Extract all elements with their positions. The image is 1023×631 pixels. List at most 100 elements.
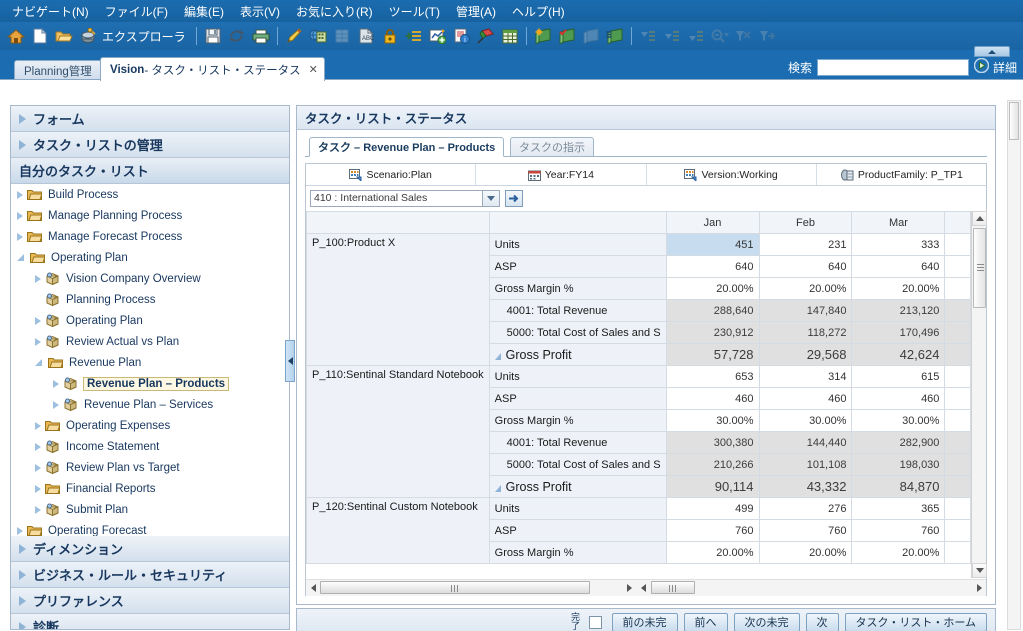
pov-dimension-0[interactable]: Scenario:Plan [306,164,477,185]
sidebar-section-1[interactable]: ビジネス・ルール・セキュリティ [11,562,289,588]
data-cell[interactable]: 640 [758,255,853,278]
data-cell[interactable]: 460 [758,387,853,410]
chevron-down-icon[interactable] [482,190,499,206]
explorer-label[interactable]: エクスプローラ [102,28,186,45]
column-header-Mar[interactable]: Mar [851,211,946,234]
book-new-icon[interactable] [532,25,554,47]
data-cell[interactable]: 30.00% [851,409,946,432]
expander-triangle-icon[interactable] [494,484,501,492]
chevron-down-icon[interactable] [35,358,44,367]
tree-node-14[interactable]: Financial Reports [11,478,289,499]
row-header-account[interactable]: Gross Margin % [488,409,667,432]
chart-add-icon[interactable] [427,25,449,47]
data-cell[interactable]: 20.00% [665,277,760,300]
row-header-account[interactable]: 4001: Total Revenue [488,431,667,454]
data-cell[interactable]: 365 [851,497,946,520]
menu-item-3[interactable]: 表示(V) [232,1,288,22]
data-cell[interactable]: 213,120 [851,299,946,322]
data-cell[interactable]: 288,640 [665,299,760,322]
menu-item-0[interactable]: ナビゲート(N) [4,1,97,22]
data-cell[interactable]: 231 [758,233,853,256]
open-folder-icon[interactable] [53,25,75,47]
page-scroll-thumb[interactable] [1009,102,1019,140]
tab-planning-admin[interactable]: Planning管理 [14,60,102,81]
data-cell[interactable]: 20.00% [758,541,853,564]
abc-document-icon[interactable]: ABC [355,25,377,47]
sidebar-section-2[interactable]: プリファレンス [11,588,289,614]
tree-node-16[interactable]: Operating Forecast [11,520,289,536]
data-cell[interactable]: 499 [665,497,760,520]
chevron-right-icon[interactable] [35,337,41,346]
done-checkbox[interactable] [588,615,602,629]
row-header-account[interactable]: ASP [488,255,667,278]
indent-list-icon[interactable] [403,25,425,47]
column-header-Feb[interactable]: Feb [758,211,853,234]
chevron-down-icon[interactable] [17,253,26,262]
new-document-icon[interactable] [29,25,51,47]
data-cell[interactable]: 460 [665,387,760,410]
chevron-right-icon[interactable] [35,274,41,283]
sidebar-section-3[interactable]: 診断 [11,614,289,629]
save-icon[interactable] [202,25,224,47]
expander-triangle-icon[interactable] [494,352,501,360]
print-icon[interactable] [250,25,272,47]
data-cell[interactable]: 198,030 [851,453,946,476]
row-header-account[interactable]: Units [488,497,667,520]
row-header-product[interactable]: P_120:Sentinal Custom Notebook [306,497,490,564]
chevron-right-icon[interactable] [35,442,41,451]
row-header-account[interactable]: Gross Margin % [488,541,667,564]
refresh-icon[interactable] [226,25,248,47]
chevron-right-icon[interactable] [35,484,41,493]
data-cell[interactable]: 640 [665,255,760,278]
chevron-right-icon[interactable] [35,316,41,325]
data-cell[interactable]: 333 [851,233,946,256]
data-hscrollbar[interactable] [636,580,986,596]
chevron-right-icon[interactable] [35,505,41,514]
data-cell[interactable]: 118,272 [758,321,853,344]
tree-node-3[interactable]: Operating Plan [11,247,289,268]
data-cell[interactable]: 90,114 [665,475,760,498]
sidebar-section-1[interactable]: タスク・リストの管理 [11,132,289,158]
sidebar-section-0[interactable]: フォーム [11,106,289,132]
data-cell[interactable]: 653 [665,365,760,388]
data-cell[interactable]: 451 [665,233,760,256]
chevron-right-icon[interactable] [17,190,23,199]
data-cell[interactable]: 276 [758,497,853,520]
data-cell[interactable]: 144,440 [758,431,853,454]
tree-node-2[interactable]: Manage Forecast Process [11,226,289,247]
pov-dimension-2[interactable]: Version:Working [647,164,817,185]
pov-dimension-3[interactable]: ProductFamily: P_TP1 [817,164,986,185]
report-info-icon[interactable]: i [451,25,473,47]
chevron-right-icon[interactable] [35,421,41,430]
data-cell[interactable]: 300,380 [665,431,760,454]
edit-pencil-icon[interactable] [283,25,305,47]
tree-node-0[interactable]: Build Process [11,184,289,205]
chevron-right-icon[interactable] [53,379,59,388]
row-header-account[interactable]: ASP [488,519,667,542]
book-check-icon[interactable] [556,25,578,47]
data-cell[interactable]: 460 [851,387,946,410]
data-cell[interactable]: 282,900 [851,431,946,454]
row-header-account[interactable]: Units [488,365,667,388]
page-vertical-scrollbar[interactable] [1007,100,1021,630]
data-cell[interactable]: 57,728 [665,343,760,366]
data-cell[interactable]: 760 [758,519,853,542]
tree-node-15[interactable]: Submit Plan [11,499,289,520]
data-cell[interactable]: 101,108 [758,453,853,476]
menu-item-5[interactable]: ツール(T) [381,1,448,22]
previous-button[interactable]: 前へ [683,612,728,631]
row-header-account[interactable]: 5000: Total Cost of Sales and S [488,453,667,476]
scroll-left-icon-2[interactable] [636,580,650,595]
data-cell[interactable]: 760 [851,519,946,542]
data-cell[interactable]: 42,624 [851,343,946,366]
spreadsheet-icon[interactable] [499,25,521,47]
entity-member-select[interactable]: 410 : International Sales [310,189,500,207]
row-header-hscrollbar[interactable] [306,580,636,596]
tree-node-10[interactable]: Revenue Plan – Services [11,394,289,415]
hscroll-thumb-right[interactable] [651,581,695,594]
data-cell[interactable]: 147,840 [758,299,853,322]
tree-node-1[interactable]: Manage Planning Process [11,205,289,226]
tab-task-revenue-plan-products[interactable]: タスク – Revenue Plan – Products [309,137,505,157]
data-cell[interactable]: 30.00% [758,409,853,432]
tree-node-11[interactable]: Operating Expenses [11,415,289,436]
